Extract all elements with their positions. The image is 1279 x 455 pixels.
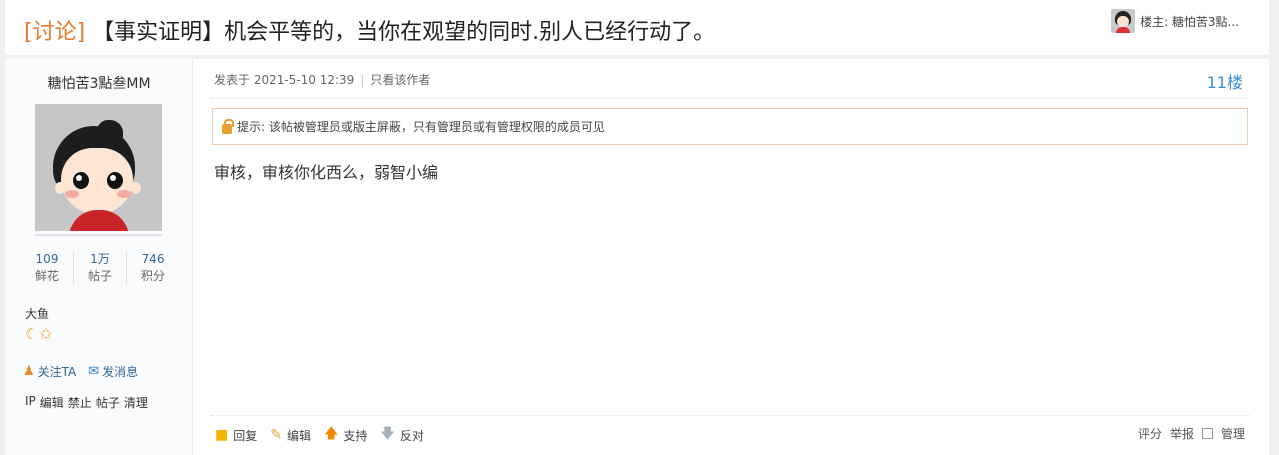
avatar-divider xyxy=(35,233,162,236)
admin-links: IP 编辑 禁止 帖子 清理 xyxy=(25,394,148,411)
envelope-icon: ✉ xyxy=(88,364,100,379)
oppose-button[interactable]: 🡇 反对 xyxy=(380,423,423,447)
manage-link[interactable]: 管理 xyxy=(1221,425,1245,442)
oppose-label: 反对 xyxy=(399,428,424,443)
stat-label: 鲜花 xyxy=(34,269,59,283)
reply-icon: ■ xyxy=(215,427,229,443)
follow-button[interactable]: ♟ 关注TA xyxy=(23,363,76,380)
author-actions: ♟ 关注TA ✉ 发消息 xyxy=(23,363,138,380)
stat-value: 746 xyxy=(141,252,165,266)
admin-link-posts[interactable]: 帖子 xyxy=(96,394,120,411)
post-actions: ■ 回复 ✎ 编辑 🡅 支持 🡇 反对 xyxy=(215,423,437,447)
moon-badge-icon: ☾ xyxy=(25,325,39,343)
thread-owner[interactable]: 楼主: 糖怕苦3點... xyxy=(1111,9,1239,33)
author-only-link[interactable]: 只看该作者 xyxy=(370,71,430,88)
author-username[interactable]: 糖怕苦3點叁MM xyxy=(5,73,193,93)
post-admin-actions: 评分 举报 管理 xyxy=(1138,425,1245,442)
thread-title-text: 【事实证明】机会平等的，当你在观望的同时.别人已经行动了。 xyxy=(92,20,716,45)
pencil-icon: ✎ xyxy=(270,427,282,443)
reply-label: 回复 xyxy=(233,428,258,443)
star-badge-icon: ✩ xyxy=(39,325,53,343)
post-timestamp: 发表于 2021-5-10 12:39 xyxy=(214,73,355,87)
edit-label: 编辑 xyxy=(286,428,311,443)
send-message-button[interactable]: ✉ 发消息 xyxy=(88,363,138,380)
post-main: 发表于 2021-5-10 12:39 | 只看该作者 11楼 提示: 该帖被管… xyxy=(193,59,1269,455)
support-label: 支持 xyxy=(343,428,368,443)
footer-divider xyxy=(211,415,1249,416)
arrow-down-icon: 🡇 xyxy=(380,426,395,442)
author-sidebar: 糖怕苦3點叁MM 109 鲜花 1万 帖子 746 积分 大鱼 ☾ ✩ ♟ 关注… xyxy=(5,59,193,455)
admin-link-clean[interactable]: 清理 xyxy=(124,394,148,411)
avatar[interactable] xyxy=(35,104,162,231)
post: 糖怕苦3點叁MM 109 鲜花 1万 帖子 746 积分 大鱼 ☾ ✩ ♟ 关注… xyxy=(5,59,1269,455)
lock-icon xyxy=(222,118,234,134)
manage-checkbox[interactable] xyxy=(1201,428,1213,439)
author-rank: 大鱼 xyxy=(25,307,50,321)
arrow-up-icon: 🡅 xyxy=(324,426,339,442)
send-message-label: 发消息 xyxy=(102,365,139,379)
report-link[interactable]: 举报 xyxy=(1170,425,1194,442)
thread-tag[interactable]: [讨论] xyxy=(24,20,85,45)
rate-link[interactable]: 评分 xyxy=(1138,425,1162,442)
post-content: 审核，审核你化西么，弱智小编 xyxy=(214,163,439,182)
stat-value: 1万 xyxy=(90,252,110,266)
stat-label: 积分 xyxy=(140,269,165,283)
stat-points[interactable]: 746 积分 xyxy=(127,251,179,285)
post-meta: 发表于 2021-5-10 12:39 | 只看该作者 xyxy=(214,71,430,88)
edit-button[interactable]: ✎ 编辑 xyxy=(270,427,311,444)
follow-icon: ♟ xyxy=(23,364,35,379)
meta-divider xyxy=(211,98,1249,99)
owner-label: 楼主: 糖怕苦3點... xyxy=(1140,14,1239,29)
stat-posts[interactable]: 1万 帖子 xyxy=(74,251,127,285)
thread-title-bar: [讨论] 【事实证明】机会平等的，当你在观望的同时.别人已经行动了。 楼主: 糖… xyxy=(5,0,1269,55)
stat-flowers[interactable]: 109 鲜花 xyxy=(21,251,74,285)
author-badges: ☾ ✩ xyxy=(25,325,52,343)
stat-value: 109 xyxy=(35,252,59,266)
follow-label: 关注TA xyxy=(37,365,77,379)
blocked-notice: 提示: 该帖被管理员或版主屏蔽，只有管理员或有管理权限的成员可见 xyxy=(212,108,1248,145)
admin-link-ip[interactable]: IP xyxy=(25,394,36,411)
thread-title: [讨论] 【事实证明】机会平等的，当你在观望的同时.别人已经行动了。 xyxy=(24,14,715,46)
admin-link-ban[interactable]: 禁止 xyxy=(68,394,92,411)
owner-avatar xyxy=(1111,9,1136,33)
meta-separator: | xyxy=(360,72,365,87)
admin-link-edit[interactable]: 编辑 xyxy=(40,394,64,411)
reply-button[interactable]: ■ 回复 xyxy=(215,427,257,444)
support-button[interactable]: 🡅 支持 xyxy=(324,423,367,447)
author-stats: 109 鲜花 1万 帖子 746 积分 xyxy=(21,251,179,285)
stat-label: 帖子 xyxy=(87,269,112,283)
floor-number[interactable]: 11楼 xyxy=(1207,69,1243,93)
blocked-notice-text: 提示: 该帖被管理员或版主屏蔽，只有管理员或有管理权限的成员可见 xyxy=(237,120,605,134)
